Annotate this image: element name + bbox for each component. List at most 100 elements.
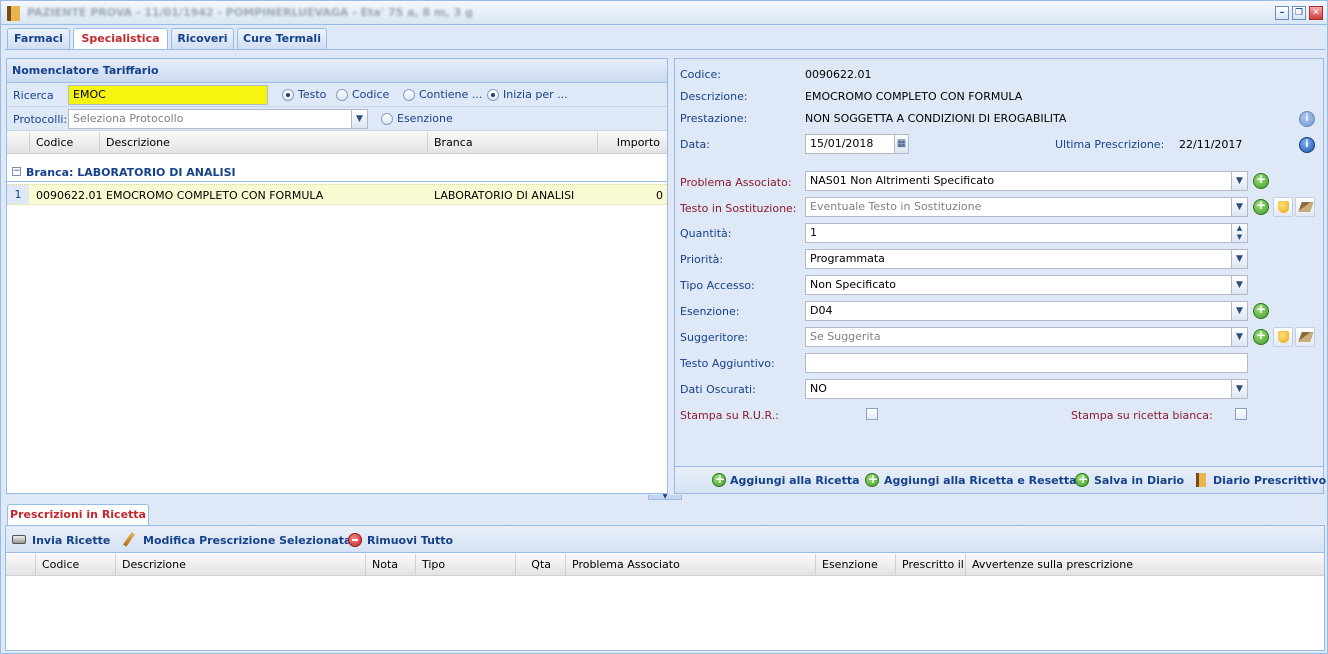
esenzione-value: D04 <box>810 304 833 317</box>
aggiungi-resetta-button[interactable]: Aggiungi alla Ricetta e Resetta <box>884 474 1077 487</box>
add-suggeritore-icon[interactable] <box>1253 328 1269 345</box>
stampa-bianca-checkbox[interactable] <box>1235 408 1247 420</box>
prestazione-info-icon[interactable] <box>1299 111 1315 127</box>
window-title: PAZIENTE PROVA - 11/01/1942 - POMPINERLU… <box>27 6 473 19</box>
chevron-down-icon[interactable]: ▼ <box>1231 198 1247 216</box>
chevron-down-icon[interactable]: ▼ <box>1231 172 1247 190</box>
invia-ricette-button[interactable]: Invia Ricette <box>32 534 110 547</box>
tipo-accesso-value: Non Specificato <box>810 278 897 291</box>
radio-testo[interactable] <box>282 89 294 101</box>
problema-value: NAS01 Non Altrimenti Specificato <box>810 174 995 187</box>
chevron-down-icon[interactable]: ▼ <box>1231 380 1247 398</box>
shield-icon[interactable] <box>1273 197 1293 217</box>
data-label: Data: <box>680 138 710 151</box>
broom-icon[interactable] <box>1295 197 1315 217</box>
tab-strip-border <box>5 49 1325 50</box>
dati-oscurati-select[interactable]: NO ▼ <box>805 379 1248 399</box>
add-problema-icon[interactable] <box>1253 172 1269 189</box>
diario-prescrittivo-button[interactable]: Diario Prescrittivo <box>1213 474 1326 487</box>
rimuovi-tutto-button[interactable]: Rimuovi Tutto <box>367 534 453 547</box>
col-descrizione[interactable]: Descrizione <box>116 554 366 576</box>
nomenclatore-title: Nomenclatore Tariffario <box>7 59 667 83</box>
group-row[interactable]: − Branca: LABORATORIO DI ANALISI <box>7 162 667 182</box>
tab-specialistica[interactable]: Specialistica <box>73 28 168 50</box>
modifica-prescrizione-button[interactable]: Modifica Prescrizione Selezionata <box>143 534 351 547</box>
tab-prescrizioni-ricetta[interactable]: Prescrizioni in Ricetta <box>7 504 149 526</box>
testo-sostituzione-select[interactable]: Eventuale Testo in Sostituzione ▼ <box>805 197 1248 217</box>
prescrizioni-toolbar: Invia Ricette Modifica Prescrizione Sele… <box>6 526 1324 553</box>
data-value: 15/01/2018 <box>810 137 874 150</box>
protocolli-select[interactable]: Seleziona Protocollo ▼ <box>68 109 368 129</box>
group-label: Branca: LABORATORIO DI ANALISI <box>26 166 236 179</box>
search-input[interactable]: EMOC <box>68 85 268 105</box>
problema-label: Problema Associato: <box>680 176 792 189</box>
col-codice[interactable]: Codice <box>30 132 100 154</box>
app-icon <box>7 6 20 21</box>
suggeritore-select[interactable]: Se Suggerita ▼ <box>805 327 1248 347</box>
detail-panel: Codice: 0090622.01 Descrizione: EMOCROMO… <box>674 58 1326 494</box>
data-field[interactable]: 15/01/2018 ▦ <box>805 134 909 154</box>
prestazione-label: Prestazione: <box>680 112 748 125</box>
tab-farmaci[interactable]: Farmaci <box>7 28 70 49</box>
quantita-stepper[interactable]: 1 ▲ ▼ <box>805 223 1248 243</box>
add-icon <box>712 472 727 487</box>
col-importo[interactable]: Importo <box>598 132 668 154</box>
save-diary-icon <box>1075 472 1090 487</box>
tipo-accesso-select[interactable]: Non Specificato ▼ <box>805 275 1248 295</box>
add-reset-icon <box>865 472 880 487</box>
calendar-icon[interactable]: ▦ <box>894 135 908 153</box>
ultima-info-icon[interactable] <box>1299 137 1315 153</box>
col-qta[interactable]: Qta <box>516 554 566 576</box>
row-importo: 0 <box>656 189 663 202</box>
col-nota[interactable]: Nota <box>366 554 416 576</box>
protocolli-label: Protocolli: <box>13 113 68 126</box>
shield-icon[interactable] <box>1273 327 1293 347</box>
col-tipo[interactable]: Tipo <box>416 554 516 576</box>
stampa-bianca-label: Stampa su ricetta bianca: <box>1071 409 1213 422</box>
col-branca[interactable]: Branca <box>428 132 598 154</box>
radio-codice[interactable] <box>336 89 348 101</box>
title-bar: PAZIENTE PROVA - 11/01/1942 - POMPINERLU… <box>1 1 1327 25</box>
problema-select[interactable]: NAS01 Non Altrimenti Specificato ▼ <box>805 171 1248 191</box>
radio-inizia-per[interactable] <box>487 89 499 101</box>
col-problema[interactable]: Problema Associato <box>566 554 816 576</box>
minimize-button[interactable]: – <box>1275 6 1289 20</box>
stampa-rur-label: Stampa su R.U.R.: <box>680 409 779 422</box>
chevron-down-icon[interactable]: ▼ <box>1231 302 1247 320</box>
salva-diario-button[interactable]: Salva in Diario <box>1094 474 1184 487</box>
chevron-down-icon[interactable]: ▼ <box>1231 276 1247 294</box>
chevron-down-icon[interactable]: ▼ <box>351 110 367 128</box>
tab-ricoveri[interactable]: Ricoveri <box>171 28 234 49</box>
testo-aggiuntivo-input[interactable] <box>805 353 1248 373</box>
col-avvertenze[interactable]: Avvertenze sulla prescrizione <box>966 554 1324 576</box>
splitter-handle[interactable]: ▼ <box>648 494 682 500</box>
collapse-icon[interactable]: − <box>12 167 21 176</box>
esenzione-select[interactable]: D04 ▼ <box>805 301 1248 321</box>
close-button[interactable]: ✕ <box>1309 6 1323 20</box>
prescrizioni-grid-header: Codice Descrizione Nota Tipo Qta Problem… <box>6 554 1324 576</box>
radio-contiene[interactable] <box>403 89 415 101</box>
testo-aggiuntivo-label: Testo Aggiuntivo: <box>680 357 775 370</box>
add-esenzione-icon[interactable] <box>1253 302 1269 319</box>
stampa-rur-checkbox[interactable] <box>866 408 878 420</box>
broom-icon[interactable] <box>1295 327 1315 347</box>
col-prescritto-il[interactable]: Prescritto il <box>896 554 966 576</box>
chevron-down-icon[interactable]: ▼ <box>1231 328 1247 346</box>
table-row[interactable]: 1 0090622.01 EMOCROMO COMPLETO CON FORMU… <box>7 184 667 205</box>
col-codice[interactable]: Codice <box>36 554 116 576</box>
printer-icon <box>12 535 26 544</box>
spinner-icon[interactable]: ▲ ▼ <box>1231 224 1247 242</box>
priorita-select[interactable]: Programmata ▼ <box>805 249 1248 269</box>
col-esenzione[interactable]: Esenzione <box>816 554 896 576</box>
col-descrizione[interactable]: Descrizione <box>100 132 428 154</box>
restore-button[interactable]: ❐ <box>1292 6 1306 20</box>
radio-esenzione[interactable] <box>381 113 393 125</box>
codice-value: 0090622.01 <box>805 68 872 81</box>
dati-oscurati-label: Dati Oscurati: <box>680 383 756 396</box>
add-testo-icon[interactable] <box>1253 198 1269 215</box>
tab-cure-termali[interactable]: Cure Termali <box>237 28 327 49</box>
aggiungi-ricetta-button[interactable]: Aggiungi alla Ricetta <box>730 474 860 487</box>
prestazione-value: NON SOGGETTA A CONDIZIONI DI EROGABILITA <box>805 112 1067 125</box>
chevron-down-icon[interactable]: ▼ <box>1231 250 1247 268</box>
dati-oscurati-value: NO <box>810 382 827 395</box>
